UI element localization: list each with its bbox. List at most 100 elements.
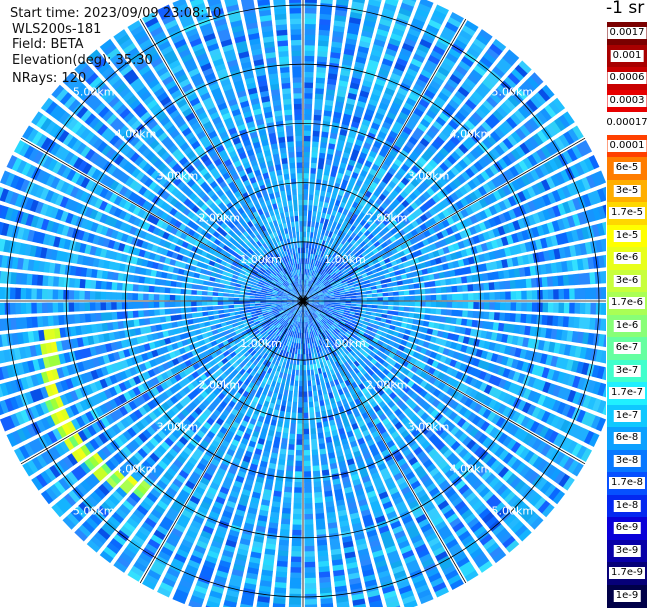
gate-cell: [313, 130, 320, 136]
gate-cell: [303, 215, 306, 221]
gate-cell: [316, 379, 320, 385]
gate-cell: [298, 349, 300, 355]
gate-cell: [564, 289, 570, 300]
gate-cell: [500, 292, 506, 300]
gate-cell: [311, 375, 315, 381]
gate-cell: [304, 135, 311, 141]
gate-cell: [295, 477, 302, 483]
gate-cell: [304, 429, 309, 435]
gate-cell: [382, 288, 388, 292]
gate-cell: [335, 299, 341, 301]
gate-cell: [304, 407, 309, 413]
gate-cell: [365, 315, 371, 319]
gate-cell: [441, 302, 447, 308]
gate-cell: [304, 98, 312, 104]
gate-cell: [304, 162, 310, 168]
gate-cell: [301, 344, 303, 350]
gate-cell: [304, 56, 314, 62]
gate-cell: [304, 466, 311, 472]
gate-cell: [489, 302, 495, 310]
gate-cell: [298, 407, 303, 413]
gate-cell: [398, 307, 404, 311]
gate-cell: [309, 242, 312, 248]
gate-cell: [298, 413, 303, 419]
gate-cell: [483, 312, 489, 320]
gate-cell: [297, 338, 299, 344]
gate-cell: [305, 263, 307, 269]
gate-cell: [303, 349, 305, 355]
gate-cell: [393, 297, 399, 301]
gate-cell: [305, 40, 316, 46]
gate-cell: [304, 434, 310, 440]
gate-cell: [289, 599, 301, 605]
gate-cell: [304, 173, 309, 179]
gate-cell: [294, 391, 298, 397]
gate-cell: [304, 109, 312, 115]
gate-cell: [308, 216, 312, 222]
gate-cell: [314, 401, 319, 407]
gate-cell: [447, 294, 453, 300]
gate-cell: [532, 302, 538, 311]
gate-cell: [314, 396, 319, 402]
gate-cell: [305, 551, 315, 557]
gate-cell: [324, 298, 330, 299]
gate-cell: [425, 295, 431, 300]
gate-cell: [600, 271, 606, 284]
gate-cell: [296, 343, 299, 349]
gate-cell: [313, 476, 321, 482]
gate-cell: [314, 353, 318, 359]
gate-cell: [305, 328, 307, 334]
gate-cell: [378, 301, 384, 304]
gate-cell: [303, 381, 306, 387]
gate-cell: [288, 353, 292, 359]
gate-cell: [305, 333, 307, 339]
gate-cell: [293, 364, 296, 370]
gate-cell: [304, 130, 311, 136]
gate-cell: [309, 354, 312, 360]
gate-cell: [285, 481, 293, 487]
gate-cell: [350, 293, 356, 296]
gate-cell: [383, 293, 389, 297]
gate-cell: [296, 365, 299, 371]
gate-cell: [495, 302, 501, 310]
gate-cell: [356, 292, 362, 295]
gate-cell: [590, 303, 596, 315]
gate-cell: [311, 152, 317, 158]
gate-cell: [310, 364, 313, 370]
gate-cell: [305, 599, 317, 605]
gate-cell: [304, 151, 310, 157]
gate-cell: [558, 303, 564, 314]
gate-cell: [377, 289, 383, 293]
gate-cell: [289, 364, 293, 370]
gate-cell: [304, 66, 313, 72]
gate-cell: [290, 567, 301, 573]
gate-cell: [317, 233, 321, 239]
gate-cell: [315, 406, 320, 412]
gate-cell: [312, 449, 319, 455]
gate-cell: [314, 227, 318, 233]
gate-cell: [335, 301, 341, 303]
gate-cell: [585, 303, 591, 315]
gate-cell: [383, 297, 389, 300]
gate-cell: [387, 310, 393, 314]
gate-cell: [452, 302, 458, 308]
gate-cell: [356, 301, 362, 303]
gate-cell: [297, 434, 303, 440]
gate-cell: [308, 391, 312, 397]
gate-cell: [307, 365, 310, 371]
gate-cell: [355, 286, 361, 290]
gate-cell: [310, 423, 315, 429]
gate-cell: [478, 283, 484, 291]
gate-cell: [304, 322, 305, 328]
gate-cell: [425, 308, 431, 313]
gate-cell: [293, 503, 301, 509]
gate-cell: [346, 301, 352, 303]
gate-cell: [340, 299, 346, 301]
gate-cell: [304, 72, 313, 78]
gate-cell: [286, 471, 293, 477]
gate-cell: [292, 348, 295, 354]
gate-cell: [312, 460, 319, 466]
gate-cell: [484, 292, 490, 300]
gate-cell: [305, 572, 316, 578]
gate-cell: [315, 189, 320, 195]
